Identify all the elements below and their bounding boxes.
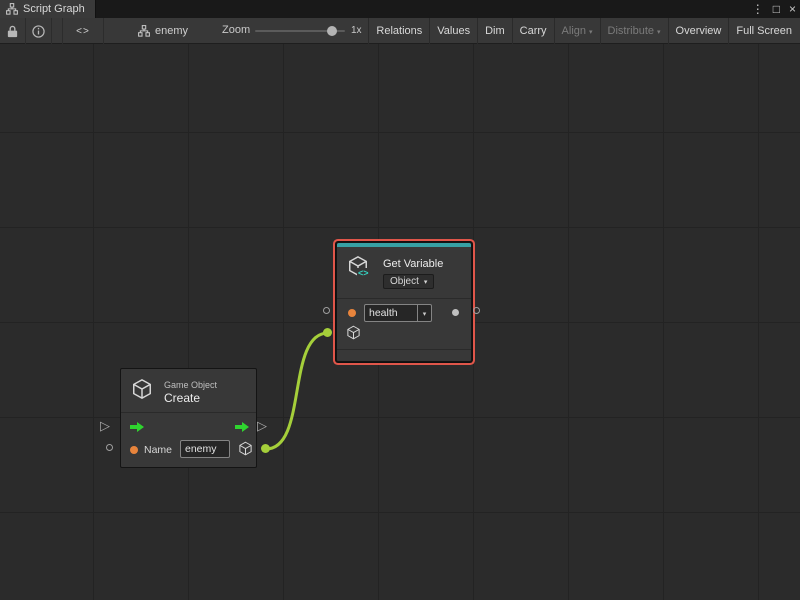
code-icon: <> — [76, 26, 90, 37]
param-label: Name — [144, 444, 172, 456]
output-cube-icon — [238, 441, 253, 456]
port-get-variable-right[interactable] — [473, 307, 480, 314]
port-object-input-connected[interactable] — [323, 328, 332, 337]
carry-button[interactable]: Carry — [512, 18, 554, 44]
variable-suggest-dropdown[interactable]: ▾ — [417, 305, 431, 321]
info-button[interactable] — [26, 18, 52, 44]
close-icon[interactable]: × — [789, 0, 796, 18]
zoom-slider[interactable] — [255, 30, 345, 32]
variable-name-input[interactable] — [365, 305, 417, 321]
node-accent-strip — [337, 243, 471, 247]
zoom-label: Zoom — [222, 24, 250, 36]
node-title: Get Variable — [383, 258, 443, 270]
variable-scope-dropdown[interactable]: Object ▾ — [383, 274, 434, 289]
toolbar-buttons: Relations Values Dim Carry Align▾ Distri… — [368, 18, 799, 44]
port-flow-input-arrow-icon[interactable] — [129, 420, 145, 432]
maximize-icon[interactable]: □ — [773, 0, 780, 18]
caret-down-icon: ▾ — [423, 311, 427, 318]
caret-down-icon: ▾ — [424, 279, 428, 286]
graph-asset-icon — [138, 25, 150, 37]
port-value-output[interactable] — [452, 309, 459, 316]
tab-script-graph[interactable]: Script Graph — [0, 0, 96, 18]
graph-name: enemy — [155, 25, 188, 37]
zoom-slider-handle[interactable] — [327, 26, 337, 36]
align-button: Align▾ — [554, 18, 600, 44]
node-get-variable[interactable]: <> Get Variable Object ▾ ▾ — [336, 242, 472, 362]
relations-button[interactable]: Relations — [368, 18, 429, 44]
overview-button[interactable]: Overview — [668, 18, 729, 44]
node-create-game-object[interactable]: Game Object Create Name — [120, 368, 257, 468]
window-controls: ⋮ □ × — [752, 0, 796, 18]
port-variable-name-input[interactable] — [348, 309, 356, 317]
node-title: Create — [164, 391, 200, 405]
name-input[interactable] — [181, 441, 229, 457]
port-flow-output[interactable]: ▷ — [257, 419, 267, 432]
variable-name-field[interactable]: ▾ — [364, 304, 432, 322]
port-flow-output-arrow-icon[interactable] — [234, 420, 250, 432]
port-game-object-output-connected[interactable] — [261, 444, 270, 453]
port-get-variable-left[interactable] — [323, 307, 330, 314]
lock-button[interactable] — [0, 18, 26, 44]
menu-kebab-icon[interactable]: ⋮ — [752, 0, 764, 18]
game-object-cube-icon — [131, 378, 153, 400]
values-button[interactable]: Values — [429, 18, 477, 44]
port-name-input[interactable] — [130, 446, 138, 454]
title-bar: Script Graph ⋮ □ × — [0, 0, 800, 18]
distribute-button: Distribute▾ — [600, 18, 668, 44]
connection-wire[interactable] — [266, 333, 328, 449]
fullscreen-button[interactable]: Full Screen — [728, 18, 799, 44]
graph-breadcrumb[interactable]: enemy — [138, 18, 188, 44]
port-name-external[interactable] — [106, 444, 113, 451]
port-flow-input[interactable]: ▷ — [100, 419, 110, 432]
window-title: Script Graph — [23, 3, 85, 15]
script-graph-icon — [6, 3, 18, 15]
graph-toolbar: <> enemy Zoom 1x Relations Values Dim Ca… — [0, 18, 800, 44]
caret-down-icon: ▾ — [589, 29, 593, 36]
lock-icon — [6, 25, 19, 38]
code-view-button[interactable]: <> — [62, 18, 104, 44]
name-field[interactable] — [180, 440, 230, 458]
info-icon — [32, 25, 45, 38]
dim-button[interactable]: Dim — [477, 18, 512, 44]
zoom-value: 1x — [351, 25, 362, 36]
caret-down-icon: ▾ — [657, 29, 661, 36]
node-category: Game Object — [164, 380, 217, 390]
code-badge-icon: <> — [357, 268, 370, 278]
script-graph-window: Script Graph ⋮ □ × <> enemy Zoom 1x Rela… — [0, 0, 800, 600]
object-input-cube-icon — [346, 325, 361, 340]
graph-canvas[interactable]: <> Get Variable Object ▾ ▾ — [0, 44, 800, 600]
